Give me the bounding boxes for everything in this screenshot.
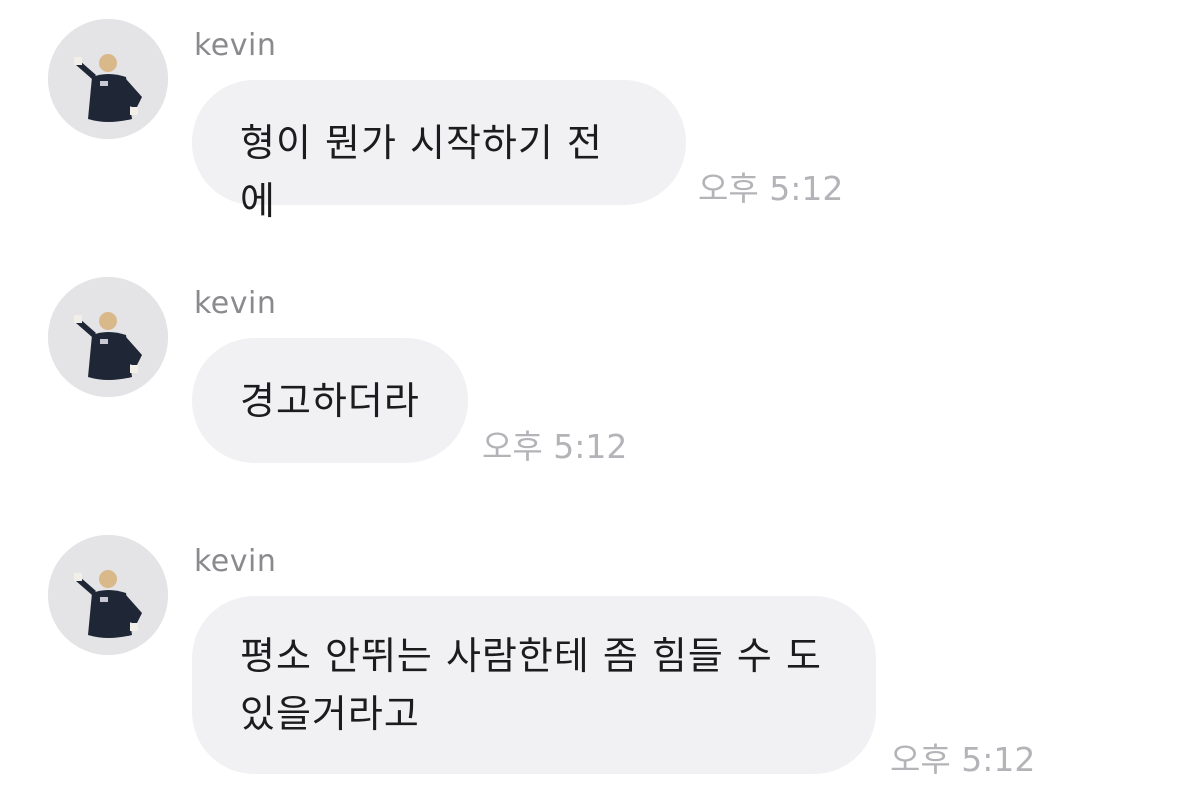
message-bubble[interactable]: 형이 뭔가 시작하기 전에	[192, 80, 686, 223]
avatar[interactable]	[48, 19, 168, 139]
person-avatar-icon	[48, 277, 168, 397]
sender-name: kevin	[194, 28, 277, 63]
message-timestamp: 오후 5:12	[482, 427, 628, 466]
message-bubble[interactable]: 경고하더라	[192, 338, 468, 463]
sender-name: kevin	[194, 286, 277, 321]
person-avatar-icon	[48, 535, 168, 655]
avatar[interactable]	[48, 277, 168, 397]
message-row: kevin 형이 뭔가 시작하기 전에 오후 5:12	[0, 0, 1179, 230]
sender-name: kevin	[194, 544, 277, 579]
message-timestamp: 오후 5:12	[698, 169, 844, 208]
message-timestamp: 오후 5:12	[890, 740, 1036, 779]
avatar[interactable]	[48, 535, 168, 655]
message-bubble[interactable]: 평소 안뛰는 사람한테 좀 힘들 수 도 있을거라고	[192, 596, 876, 774]
person-avatar-icon	[48, 19, 168, 139]
